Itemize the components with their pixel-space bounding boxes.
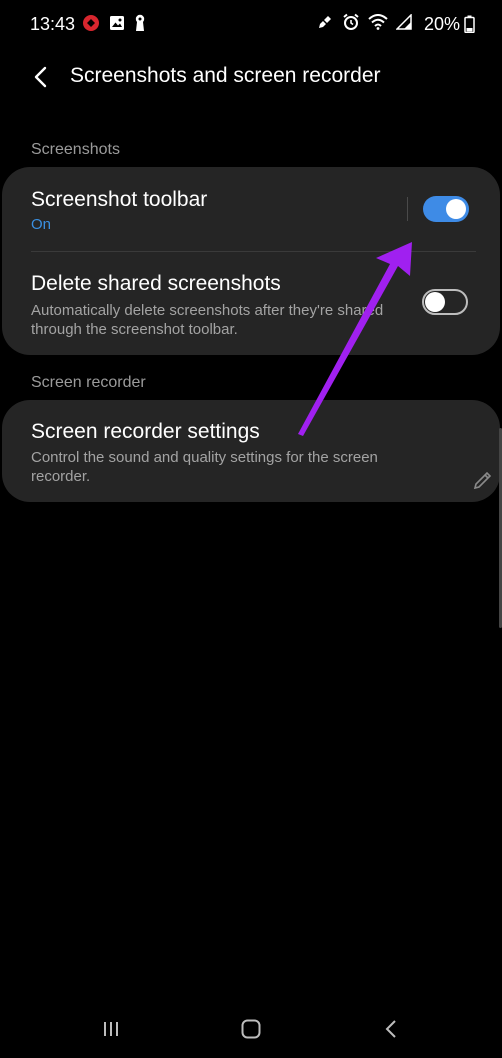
nav-back-button[interactable] [371, 1014, 411, 1044]
toggle-knob [425, 292, 445, 312]
app-header: Screenshots and screen recorder [0, 52, 502, 102]
delete-shared-screenshots-description: Automatically delete screenshots after t… [31, 302, 384, 338]
gallery-icon [109, 15, 125, 36]
battery-icon [464, 15, 475, 38]
back-arrow-icon [34, 66, 47, 88]
status-time: 13:43 [30, 14, 76, 34]
back-icon [385, 1020, 396, 1038]
screenshot-toolbar-title: Screenshot toolbar [31, 188, 208, 211]
screenshot-toolbar-toggle[interactable] [423, 196, 469, 222]
page-title: Screenshots and screen recorder [70, 64, 381, 87]
edit-icon [316, 13, 334, 36]
navigation-bar [0, 1000, 502, 1058]
alarm-icon [342, 13, 360, 36]
screen-recorder-settings-row[interactable]: Screen recorder settings Control the sou… [2, 400, 500, 502]
back-button[interactable] [26, 62, 56, 92]
delete-shared-screenshots-title: Delete shared screenshots [31, 272, 281, 295]
battery-percent: 20% [423, 14, 460, 34]
home-icon [241, 1019, 261, 1039]
section-header-screenshots: Screenshots [31, 141, 120, 158]
recent-apps-button[interactable] [91, 1014, 131, 1044]
screenshot-toolbar-row[interactable]: Screenshot toolbar On [2, 167, 500, 251]
wifi-icon [368, 14, 388, 35]
section-header-screen-recorder: Screen recorder [31, 374, 146, 391]
screen-recorder-settings-description: Control the sound and quality settings f… [31, 449, 378, 485]
signal-icon [395, 13, 412, 35]
home-button[interactable] [231, 1014, 271, 1044]
keyhole-icon [134, 14, 146, 37]
screen-recorder-card: Screen recorder settings Control the sou… [2, 400, 500, 502]
delete-shared-screenshots-toggle[interactable] [422, 289, 468, 315]
screenshots-card: Screenshot toolbar On Delete shared scre… [2, 167, 500, 355]
edit-pencil-icon[interactable] [472, 469, 494, 496]
delete-shared-screenshots-row[interactable]: Delete shared screenshots Automatically … [2, 252, 500, 355]
toggle-knob [446, 199, 466, 219]
status-bar: 13:43 20% [0, 0, 502, 48]
screen-recorder-settings-title: Screen recorder settings [31, 420, 260, 443]
screen: 13:43 20% Screenshots and screen recorde… [0, 0, 502, 1058]
recent-apps-icon [104, 1022, 118, 1036]
row-divider [407, 197, 408, 221]
game-launcher-icon [82, 14, 100, 37]
screenshot-toolbar-status: On [31, 216, 52, 233]
